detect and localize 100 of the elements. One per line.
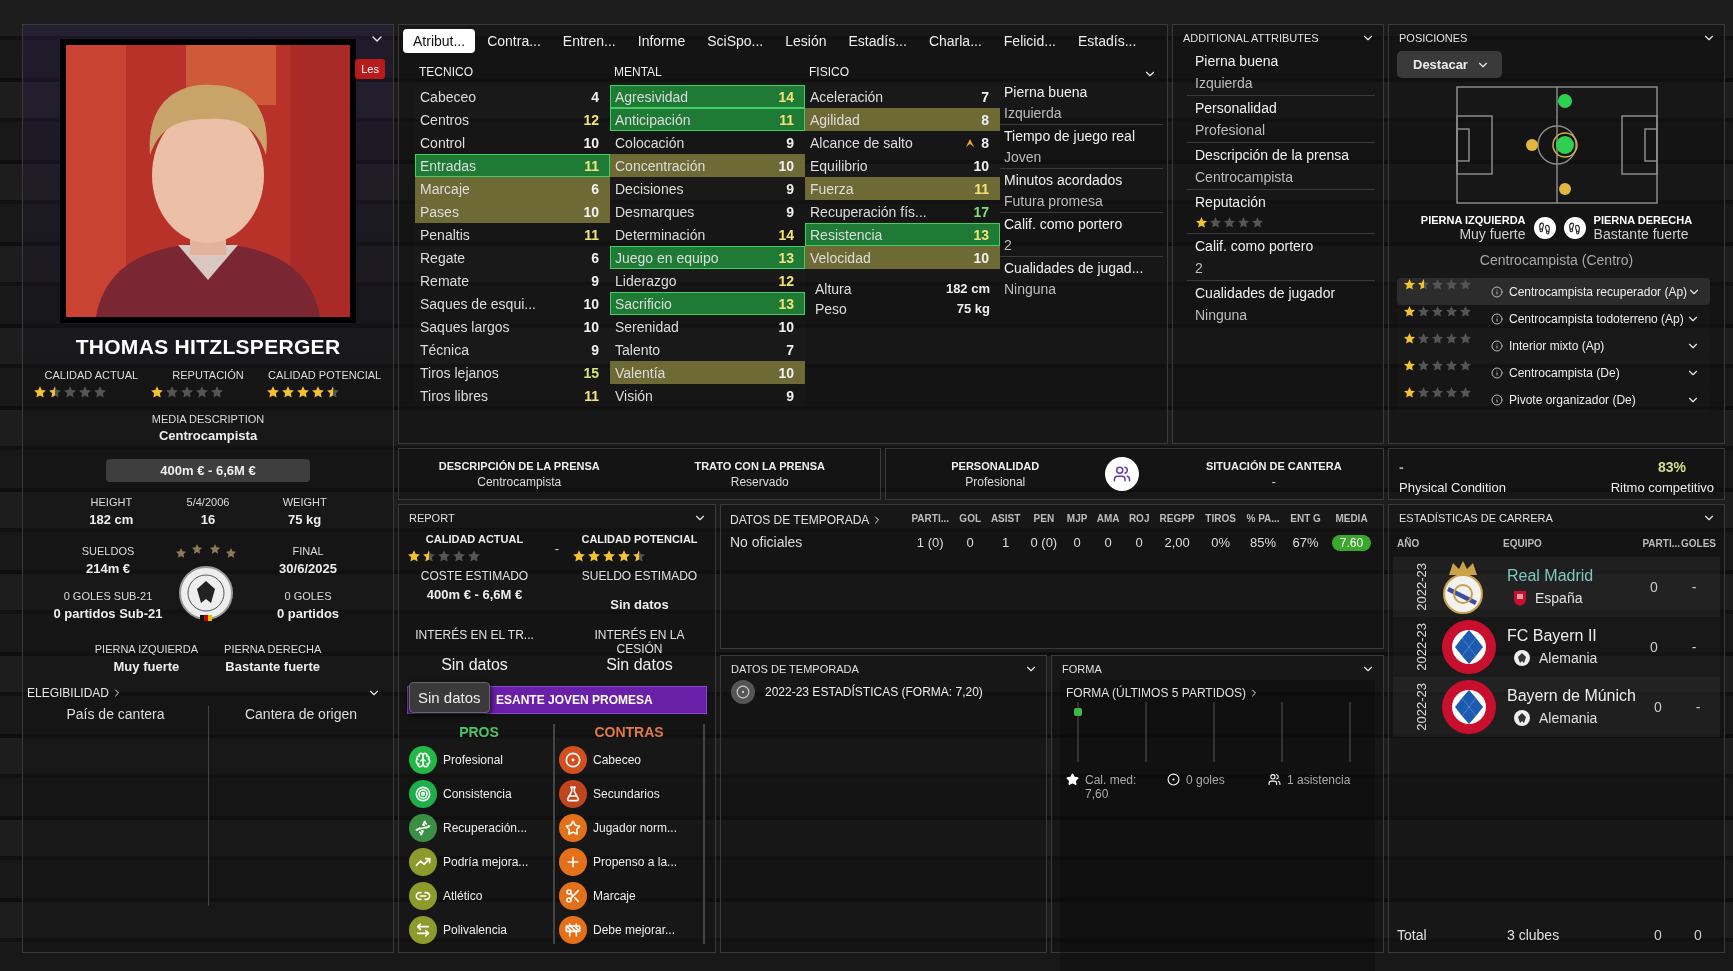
attribute-value: 9 <box>591 341 599 358</box>
attribute-name: Serenidad <box>615 318 679 335</box>
form-stat: 0 goles <box>1186 773 1225 787</box>
table-cell-text: 0 <box>1103 533 1113 552</box>
season-year: 2022-23 <box>1413 623 1429 671</box>
boot-icon <box>1533 217 1556 239</box>
bio-label: HEIGHT <box>90 496 133 508</box>
attribute-name: Saques largos <box>420 318 510 335</box>
team-name[interactable]: Real Madrid <box>1507 567 1632 585</box>
info-icon[interactable] <box>1491 366 1503 379</box>
list-title: PROS <box>458 724 500 740</box>
attribute-value: 9 <box>591 272 599 289</box>
team-name[interactable]: Bayern de Múnich <box>1507 687 1636 705</box>
info-icon[interactable] <box>1491 393 1503 406</box>
attribute-name: Remate <box>420 272 470 289</box>
country-name: Alemania <box>1539 710 1598 726</box>
summary-label: Pierna buena <box>1004 84 1089 100</box>
career-row[interactable]: 2022-23 Real Madrid España 0 - <box>1393 557 1720 617</box>
attribute-value: 8 <box>981 134 989 151</box>
tab[interactable]: Charla... <box>918 29 992 53</box>
attribute-name: Visión <box>615 387 653 404</box>
attribute-name: Determinación <box>615 226 706 243</box>
tooltip: Sin datos <box>409 682 490 713</box>
position-name: Centrocampista (Centro) <box>1478 252 1635 268</box>
tab[interactable]: SciSpo... <box>697 29 774 53</box>
info-value: 182 cm <box>945 281 990 297</box>
attribute-name: Liderazgo <box>615 272 677 289</box>
tab[interactable]: Felicid... <box>993 29 1066 53</box>
tab[interactable]: Informe <box>627 29 696 53</box>
info-icon[interactable] <box>1491 285 1503 298</box>
tab[interactable]: Estadís... <box>838 29 917 53</box>
career-row[interactable]: 2022-23 FC Bayern II Alemania 0 - <box>1393 617 1720 677</box>
info-icon[interactable] <box>1491 312 1503 325</box>
column-heading: País de cantera <box>66 706 165 724</box>
contract-value: 0 partidos <box>276 606 340 621</box>
foot-value: Muy fuerte <box>1459 226 1526 242</box>
attribute-label: Calif. como portero <box>1195 238 1315 254</box>
rating-label: REPUTACIÓN <box>172 369 244 381</box>
table-cell-text: 85% <box>1249 533 1278 552</box>
field-label: INTERÉS EN LA CESIÓN <box>593 628 686 656</box>
table-cell-text: - <box>1690 639 1698 655</box>
attribute-value: Izquierda <box>1195 75 1254 91</box>
attribute-value: 6 <box>591 180 599 197</box>
country-name: España <box>1535 590 1583 606</box>
press-label: SITUACIÓN DE CANTERA <box>1205 459 1342 472</box>
tab[interactable]: Entren... <box>552 29 626 53</box>
info-value: 75 kg <box>956 301 990 317</box>
field-value: Sin datos <box>441 656 508 674</box>
attribute-value: 17 <box>973 203 989 220</box>
attribute-value: Profesional <box>1195 122 1267 138</box>
attribute-value: 13 <box>778 295 794 312</box>
section-link[interactable]: ELEGIBILIDAD <box>27 686 124 700</box>
table-cell-text: - <box>1690 579 1698 595</box>
summary-label: Tiempo de juego real <box>1004 128 1136 144</box>
condition-value: - <box>1399 458 1404 475</box>
attribute-name: Técnica <box>420 341 470 358</box>
bio-label: WEIGHT <box>282 496 327 508</box>
attribute-label: Pierna buena <box>1195 53 1280 69</box>
trait-text: Cabeceo <box>593 753 642 767</box>
trait-text: Jugador norm... <box>593 821 678 835</box>
attribute-value: 10 <box>778 364 794 381</box>
season-entry[interactable]: 2022-23 ESTADÍSTICAS (FORMA: 7,20) <box>765 685 983 699</box>
column-header: GOL <box>958 512 983 526</box>
star-icon <box>1066 773 1079 786</box>
section-link[interactable]: DATOS DE TEMPORADA <box>730 512 884 527</box>
field-value: Sin datos <box>610 597 669 612</box>
trait-text: Secundarios <box>593 787 660 801</box>
attribute-name: Saques de esqui... <box>420 295 536 312</box>
career-row[interactable]: 2022-23 Bayern de Múnich Alemania 0 - <box>1393 677 1720 737</box>
team-name[interactable]: FC Bayern II <box>1507 627 1632 645</box>
attribute-label: Descripción de la prensa <box>1195 147 1351 163</box>
press-value: Centrocampista <box>477 474 562 489</box>
foot-label: PIERNA IZQUIERDA <box>94 643 199 655</box>
role-row[interactable]: Centrocampista recuperador (Ap) <box>1397 278 1710 305</box>
role-name: Centrocampista recuperador (Ap) <box>1509 284 1688 299</box>
column-header: PEN <box>1032 512 1056 526</box>
attribute-name: Cabeceo <box>420 88 477 105</box>
column-header: ROJ <box>1127 512 1151 526</box>
column-header: AÑO <box>1397 537 1421 549</box>
season-year: 2022-23 <box>1413 683 1429 731</box>
bio-value: 75 kg <box>288 512 322 527</box>
table-cell-text: 0 <box>965 533 975 552</box>
tab[interactable]: Estadís... <box>1067 29 1147 53</box>
tab[interactable]: Lesión <box>775 29 837 53</box>
column-title: MENTAL <box>614 65 663 81</box>
filter-dropdown[interactable]: Destacar <box>1397 51 1502 78</box>
column-header: % PA... <box>1245 512 1281 526</box>
tab[interactable]: Contra... <box>477 29 551 53</box>
section-link[interactable]: FORMA (ÚLTIMOS 5 PARTIDOS) <box>1066 686 1261 700</box>
summary-value: Joven <box>1004 149 1043 165</box>
attribute-name: Control <box>420 134 466 151</box>
info-label: Peso <box>815 301 847 317</box>
foot-label: PIERNA DERECHA <box>1593 214 1693 226</box>
column-header: TIROS <box>1204 512 1237 526</box>
tab[interactable]: Atribut... <box>403 29 476 53</box>
value-range: 400m € - 6,6M € <box>106 459 310 482</box>
attribute-value: 10 <box>583 203 599 220</box>
attribute-value: 14 <box>778 88 794 105</box>
info-icon[interactable] <box>1491 339 1503 352</box>
attribute-value: 15 <box>583 364 599 381</box>
